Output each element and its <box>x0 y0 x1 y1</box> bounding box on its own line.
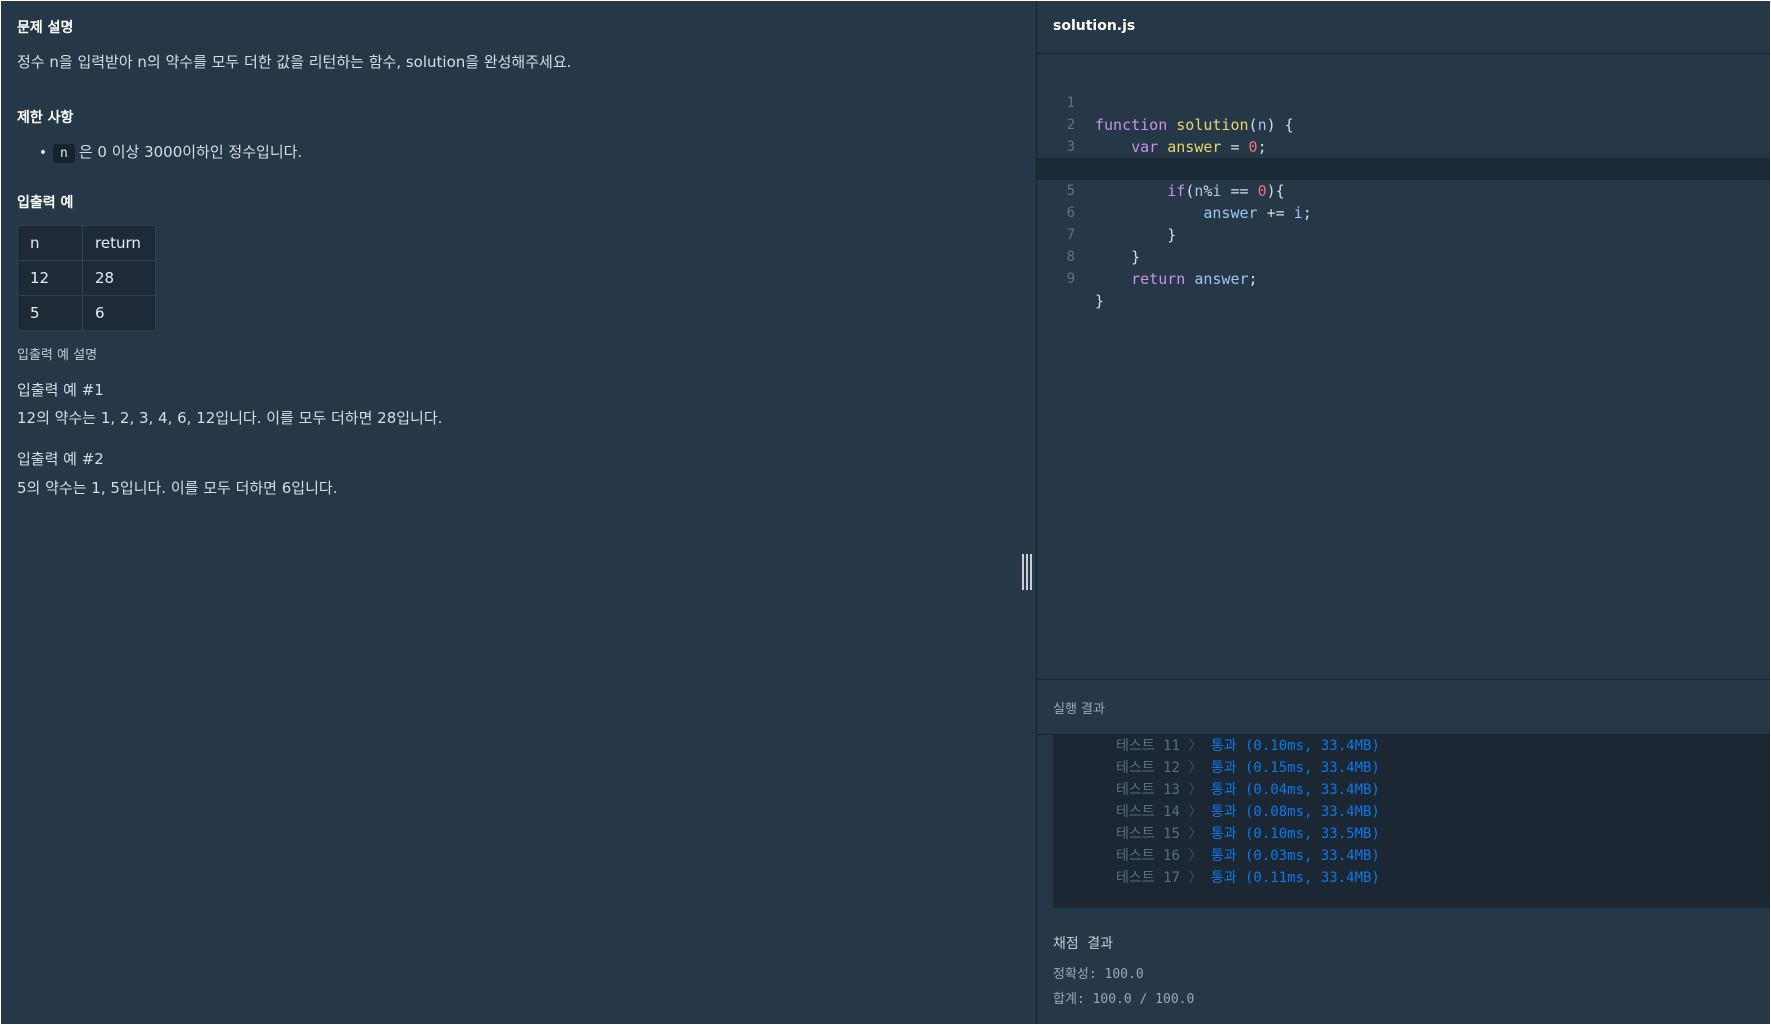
editor-filename: solution.js <box>1053 18 1136 34</box>
result-row: 테스트 11 〉 통과 (0.10ms, 33.4MB) <box>1116 738 1380 754</box>
table-header: n <box>17 225 83 261</box>
result-row: 테스트 17 〉 통과 (0.11ms, 33.4MB) <box>1116 870 1380 886</box>
table-cell: 28 <box>82 260 156 296</box>
problem-description: 정수 n을 입력받아 n의 약수를 모두 더한 값을 리턴하는 함수, solu… <box>17 53 572 71</box>
table-header-row: n return <box>17 225 156 261</box>
line-number: 9 <box>1066 271 1075 287</box>
grade-total: 합계: 100.0 / 100.0 <box>1053 992 1195 1007</box>
io-explain-title: 입출력 예 설명 <box>17 348 98 363</box>
grade-accuracy: 정확성: 100.0 <box>1053 967 1144 982</box>
code-line[interactable]: 4 if(n%i == 0){ <box>1037 136 1770 200</box>
result-row: 테스트 12 〉 통과 (0.15ms, 33.4MB) <box>1116 760 1380 776</box>
code-line[interactable]: 6 } <box>1037 180 1770 244</box>
constraint-text: 은 0 이상 3000이하인 정수입니다. <box>78 143 303 161</box>
grade-title: 채점 결과 <box>1053 936 1113 952</box>
panel-resize-handle[interactable] <box>1022 554 1032 590</box>
result-row: 테스트 13 〉 통과 (0.04ms, 33.4MB) <box>1116 782 1380 798</box>
result-row: 테스트 16 〉 통과 (0.03ms, 33.4MB) <box>1116 848 1380 864</box>
code-editor[interactable]: 1 function solution(n) { 2 var answer = … <box>1037 54 1770 679</box>
table-cell: 6 <box>82 295 156 331</box>
example1-text: 12의 약수는 1, 2, 3, 4, 6, 12입니다. 이를 모두 더하면 … <box>17 409 443 427</box>
example2-text: 5의 약수는 1, 5입니다. 이를 모두 더하면 6입니다. <box>17 479 338 497</box>
io-example-table: n return 12 28 5 6 <box>17 225 156 331</box>
table-row: 12 28 <box>17 260 156 296</box>
code-line[interactable]: 9 } <box>1037 246 1770 310</box>
table-header: return <box>82 225 156 261</box>
code-text: return answer; <box>1131 270 1258 288</box>
result-title: 실행 결과 <box>1053 702 1105 717</box>
bullet-icon: • <box>38 145 48 161</box>
code-line[interactable]: 1 function solution(n) { <box>1037 70 1770 134</box>
result-header: 실행 결과 <box>1037 679 1770 735</box>
constraint-item: • n 은 0 이상 3000이하인 정수입니다. <box>33 141 302 163</box>
result-row: 테스트 14 〉 통과 (0.08ms, 33.4MB) <box>1116 804 1380 820</box>
code-line[interactable]: 2 var answer = 0; <box>1037 92 1770 156</box>
editor-header: solution.js <box>1037 1 1770 54</box>
result-list[interactable]: 테스트 11 〉 통과 (0.10ms, 33.4MB) 테스트 12 〉 통과… <box>1053 735 1770 908</box>
code-text: } <box>1095 292 1105 310</box>
problem-panel: 문제 설명 정수 n을 입력받아 n의 약수를 모두 더한 값을 리턴하는 함수… <box>1 1 1036 1024</box>
example2-title: 입출력 예 #2 <box>17 450 104 468</box>
code-line[interactable]: 7 } <box>1037 202 1770 266</box>
result-row: 테스트 15 〉 통과 (0.10ms, 33.5MB) <box>1116 826 1380 842</box>
constraints-title: 제한 사항 <box>17 110 74 126</box>
app-frame: 문제 설명 정수 n을 입력받아 n의 약수를 모두 더한 값을 리턴하는 함수… <box>1 1 1770 1024</box>
table-cell: 5 <box>17 295 83 331</box>
example1-title: 입출력 예 #1 <box>17 381 104 399</box>
problem-title: 문제 설명 <box>17 20 74 36</box>
constraint-code: n <box>53 144 75 163</box>
code-line[interactable]: 8 return answer; <box>1037 224 1770 288</box>
table-cell: 12 <box>17 260 83 296</box>
code-line-active[interactable]: 5 answer += i; <box>1037 158 1770 222</box>
table-row: 5 6 <box>17 295 156 331</box>
code-line[interactable]: 3 for(let i=0; i<=n; i++){ <box>1037 114 1770 178</box>
io-example-title: 입출력 예 <box>17 195 74 211</box>
